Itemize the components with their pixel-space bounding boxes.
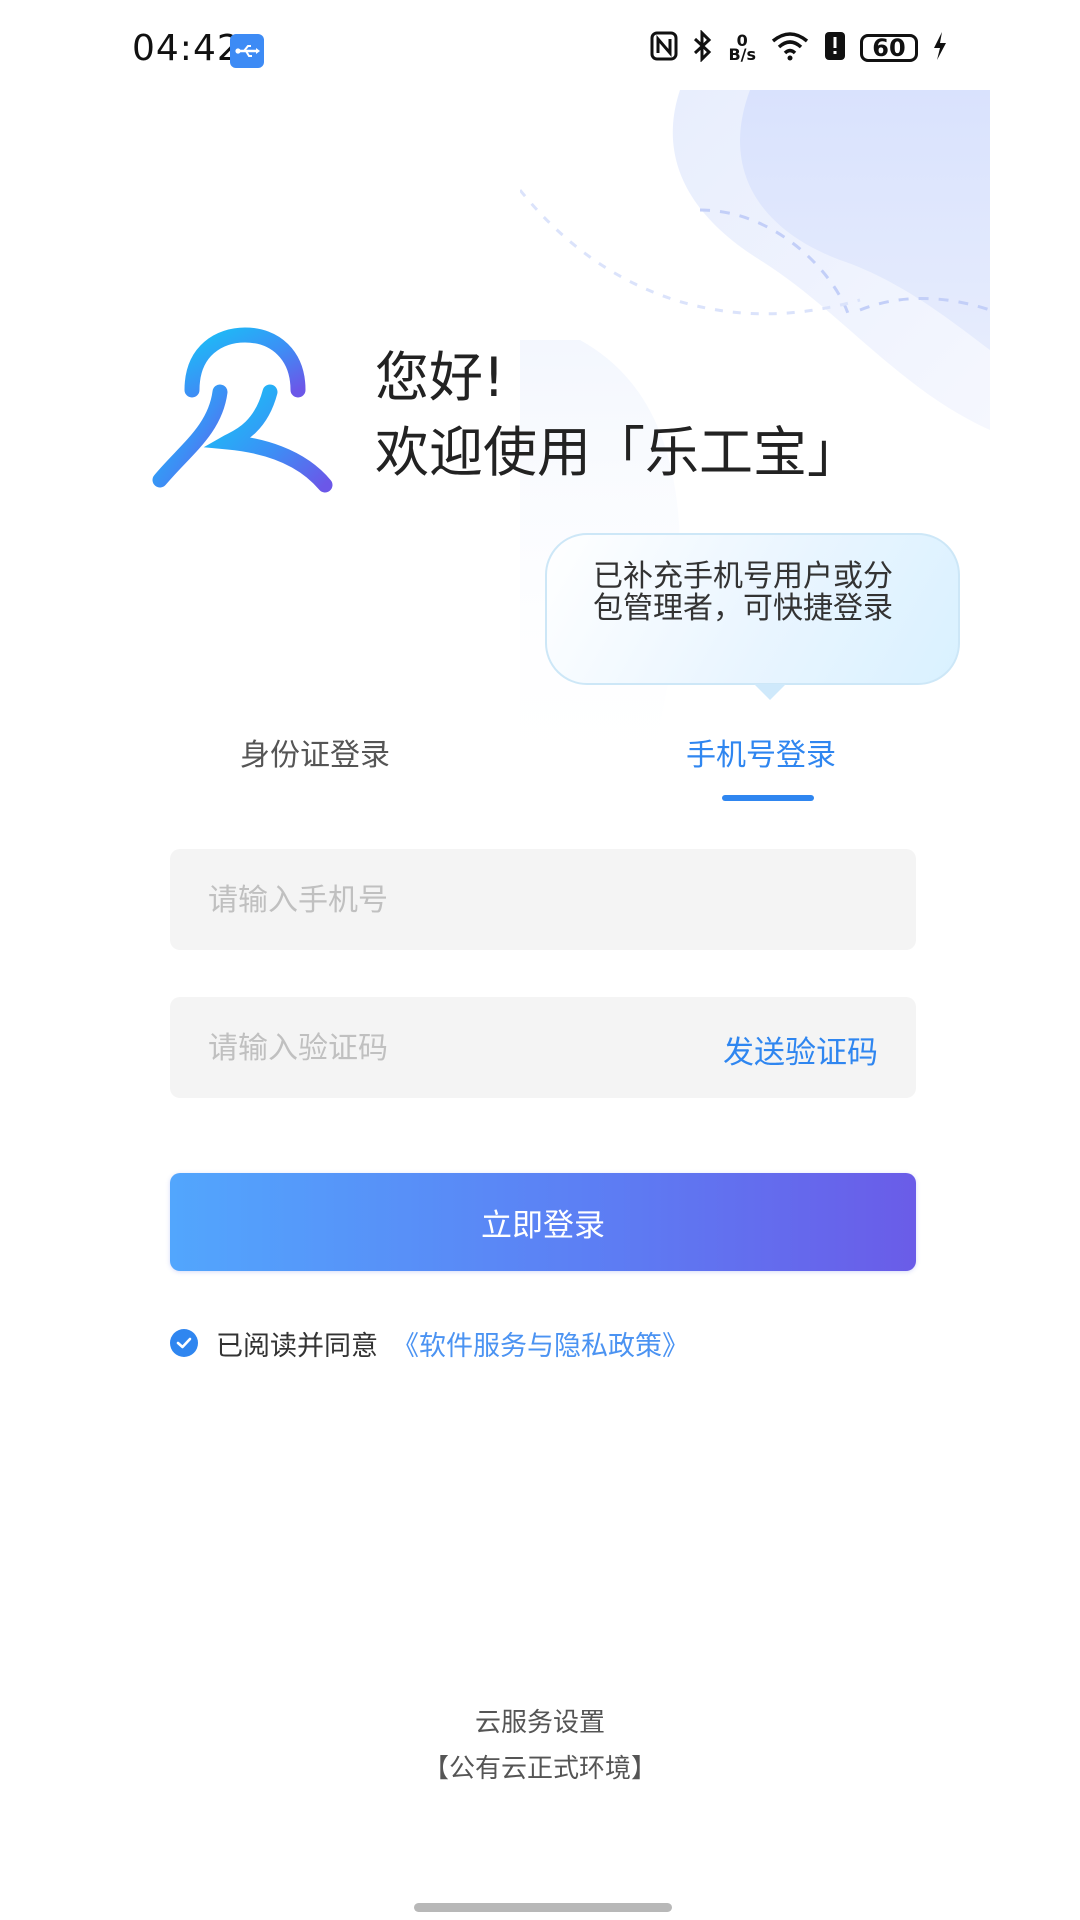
phone-field[interactable] — [170, 849, 916, 952]
tab-phone-login[interactable]: 手机号登录 — [686, 730, 836, 774]
bluetooth-icon — [692, 29, 714, 66]
check-icon — [176, 1337, 192, 1349]
battery-indicator: 60 — [860, 34, 918, 62]
alert-icon — [824, 31, 846, 65]
app-logo — [150, 320, 340, 495]
home-indicator[interactable] — [414, 1903, 672, 1912]
charging-icon — [932, 31, 948, 65]
wifi-icon — [770, 31, 810, 65]
nfc-icon — [650, 31, 678, 65]
greeting-welcome: 欢迎使用「乐工宝」 — [375, 421, 861, 484]
status-icons: 0 B/s 60 — [650, 29, 948, 66]
tab-active-indicator — [722, 795, 814, 801]
login-button[interactable]: 立即登录 — [170, 1173, 916, 1271]
usb-icon — [230, 34, 264, 68]
code-field[interactable]: 发送验证码 — [170, 997, 916, 1100]
send-code-button[interactable]: 发送验证码 — [723, 1027, 878, 1072]
status-time: 04:42 — [132, 28, 241, 69]
tab-id-card-login[interactable]: 身份证登录 — [240, 730, 390, 774]
greeting-hello: 您好! — [375, 346, 505, 409]
quick-login-tooltip: 已补充手机号用户或分包管理者，可快捷登录 — [545, 533, 960, 685]
agreement-text: 已阅读并同意 — [216, 1331, 378, 1362]
privacy-policy-link[interactable]: 《软件服务与隐私政策》 — [392, 1324, 689, 1363]
code-input[interactable] — [206, 997, 730, 1100]
tooltip-arrow — [754, 684, 786, 700]
agreement-checkbox[interactable] — [170, 1329, 198, 1357]
cloud-environment-label: 【公有云正式环境】 — [422, 1754, 657, 1784]
cloud-settings-link[interactable]: 云服务设置 — [0, 1702, 1080, 1739]
net-speed: 0 B/s — [728, 31, 756, 64]
phone-input[interactable] — [206, 849, 730, 952]
